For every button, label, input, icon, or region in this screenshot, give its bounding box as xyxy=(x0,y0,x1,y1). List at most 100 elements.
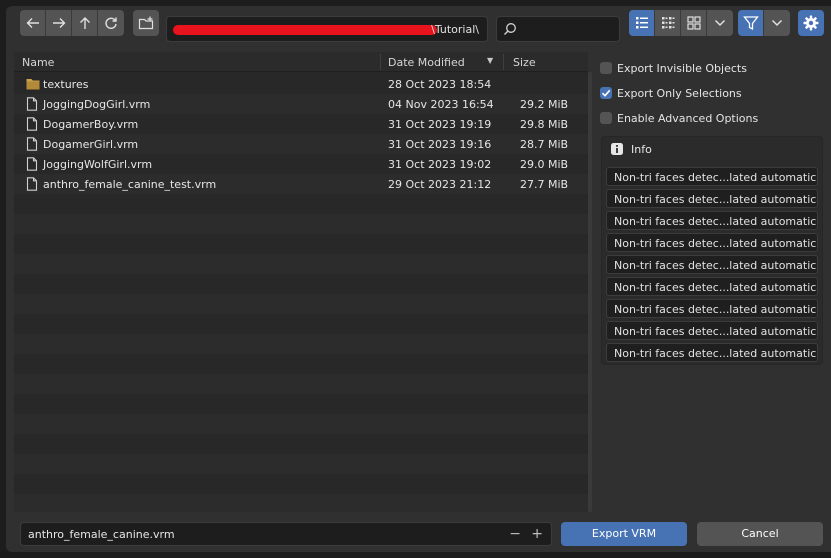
file-icon xyxy=(26,117,38,134)
new-folder-button[interactable] xyxy=(133,10,159,36)
file-row[interactable]: JoggingDogGirl.vrm 04 Nov 2023 16:54 29.2 … xyxy=(14,94,588,114)
file-icon xyxy=(26,157,38,174)
file-date: 31 Oct 2023 19:16 xyxy=(388,138,492,151)
info-message[interactable]: Non-tri faces detec...lated automaticall… xyxy=(606,189,818,208)
empty-row xyxy=(14,194,588,214)
file-row[interactable]: DogamerBoy.vrm 31 Oct 2023 19:19 29.8 MiB xyxy=(14,114,588,134)
file-row[interactable]: textures 28 Oct 2023 18:54 xyxy=(14,74,588,94)
increment-filename-button[interactable]: + xyxy=(531,526,543,542)
file-list[interactable]: Name Date Modified ▼ Size textures 28 Oct… xyxy=(14,52,588,512)
info-message[interactable]: Non-tri faces detec...lated automaticall… xyxy=(606,299,818,318)
column-separator xyxy=(503,54,504,70)
file-name: textures xyxy=(43,78,89,91)
export-vrm-button[interactable]: Export VRM xyxy=(561,522,687,546)
info-message[interactable]: Non-tri faces detec...lated automaticall… xyxy=(606,233,818,252)
enable-advanced-option[interactable]: Enable Advanced Options xyxy=(600,110,758,126)
cancel-button[interactable]: Cancel xyxy=(697,522,823,546)
file-size: 29.8 MiB xyxy=(520,118,569,131)
empty-row xyxy=(14,454,588,474)
empty-row xyxy=(14,254,588,274)
info-icon xyxy=(611,143,623,155)
horizontal-list-button[interactable] xyxy=(655,10,681,36)
file-rows: textures 28 Oct 2023 18:54 JoggingDogGirl.… xyxy=(14,74,588,512)
file-icon xyxy=(26,137,38,154)
thumbnails-button[interactable] xyxy=(681,10,707,36)
file-icon xyxy=(26,177,38,194)
export-invisible-checkbox[interactable] xyxy=(600,62,612,74)
column-header-name[interactable]: Name xyxy=(22,56,54,69)
column-separator xyxy=(380,54,381,70)
filename-input[interactable]: anthro_female_canine.vrm − + xyxy=(20,522,552,546)
info-message[interactable]: Non-tri faces detec...lated automaticall… xyxy=(606,321,818,340)
file-icon xyxy=(26,97,38,114)
chevron-down-icon xyxy=(714,19,726,27)
export-invisible-option[interactable]: Export Invisible Objects xyxy=(600,60,747,76)
redaction-mark xyxy=(173,25,437,35)
empty-row xyxy=(14,214,588,234)
filter-icon xyxy=(742,16,759,31)
checkmark-icon xyxy=(601,89,611,97)
empty-row xyxy=(14,354,588,374)
directory-path-field[interactable]: \Tutorial\ xyxy=(166,16,488,42)
file-row[interactable]: anthro_female_canine_test.vrm 29 Oct 2023… xyxy=(14,174,588,194)
info-message[interactable]: Non-tri faces detec...lated automaticall… xyxy=(606,277,818,296)
file-date: 29 Oct 2023 21:12 xyxy=(388,178,492,191)
decrement-filename-button[interactable]: − xyxy=(509,526,521,542)
empty-row xyxy=(14,434,588,454)
file-date: 31 Oct 2023 19:19 xyxy=(388,118,492,131)
column-header-size[interactable]: Size xyxy=(513,56,536,69)
gear-icon xyxy=(803,15,819,31)
filename-value: anthro_female_canine.vrm xyxy=(28,528,175,541)
settings-group xyxy=(798,10,824,36)
file-list-header: Name Date Modified ▼ Size xyxy=(14,52,588,72)
back-button[interactable] xyxy=(20,10,46,36)
file-name: DogamerBoy.vrm xyxy=(43,118,139,131)
file-name: JoggingWolfGirl.vrm xyxy=(43,158,153,171)
info-messages: Non-tri faces detec...lated automaticall… xyxy=(606,167,818,365)
empty-row xyxy=(14,274,588,294)
info-message[interactable]: Non-tri faces detec...lated automaticall… xyxy=(606,167,818,186)
filter-toggle-button[interactable] xyxy=(738,10,764,36)
forward-button[interactable] xyxy=(46,10,72,36)
empty-row xyxy=(14,474,588,494)
arrow-left-icon xyxy=(26,18,39,28)
thumbnails-icon xyxy=(686,16,701,30)
background-strip xyxy=(0,552,831,558)
directory-path-text: \Tutorial\ xyxy=(431,23,479,36)
vertical-list-icon xyxy=(635,17,648,29)
vertical-list-button[interactable] xyxy=(629,10,655,36)
file-list-scrollbar[interactable] xyxy=(588,72,592,512)
info-panel-header[interactable]: Info xyxy=(610,142,652,156)
display-settings-dropdown[interactable] xyxy=(707,10,733,36)
file-size: 29.2 MiB xyxy=(520,98,569,111)
export-only-selections-label: Export Only Selections xyxy=(617,86,742,100)
export-only-selections-option[interactable]: Export Only Selections xyxy=(600,85,742,101)
file-row[interactable]: JoggingWolfGirl.vrm 31 Oct 2023 19:02 29.0… xyxy=(14,154,588,174)
empty-row xyxy=(14,374,588,394)
filter-settings-dropdown[interactable] xyxy=(764,10,790,36)
sort-descending-icon: ▼ xyxy=(487,56,494,65)
enable-advanced-checkbox[interactable] xyxy=(600,112,612,124)
info-message[interactable]: Non-tri faces detec...lated automaticall… xyxy=(606,211,818,230)
arrow-right-icon xyxy=(52,18,65,28)
file-name: DogamerGirl.vrm xyxy=(43,138,139,151)
column-header-date[interactable]: Date Modified xyxy=(388,56,465,69)
chevron-down-icon xyxy=(771,19,783,27)
parent-directory-button[interactable] xyxy=(72,10,98,36)
empty-row xyxy=(14,494,588,512)
search-field[interactable] xyxy=(496,16,620,42)
export-only-selections-checkbox[interactable] xyxy=(600,87,612,99)
empty-row xyxy=(14,414,588,434)
file-size: 28.7 MiB xyxy=(520,138,569,151)
file-row[interactable]: DogamerGirl.vrm 31 Oct 2023 19:16 28.7 MiB xyxy=(14,134,588,154)
info-message[interactable]: Non-tri faces detec...lated automaticall… xyxy=(606,343,818,362)
sidebar-settings-button[interactable] xyxy=(798,10,824,36)
info-message[interactable]: Non-tri faces detec...lated automaticall… xyxy=(606,255,818,274)
file-date: 28 Oct 2023 18:54 xyxy=(388,78,492,91)
empty-row xyxy=(14,334,588,354)
info-panel: Info Non-tri faces detec...lated automat… xyxy=(601,136,823,365)
empty-row xyxy=(14,394,588,414)
enable-advanced-label: Enable Advanced Options xyxy=(617,111,759,125)
file-name: JoggingDogGirl.vrm xyxy=(43,98,151,111)
refresh-button[interactable] xyxy=(98,10,124,36)
